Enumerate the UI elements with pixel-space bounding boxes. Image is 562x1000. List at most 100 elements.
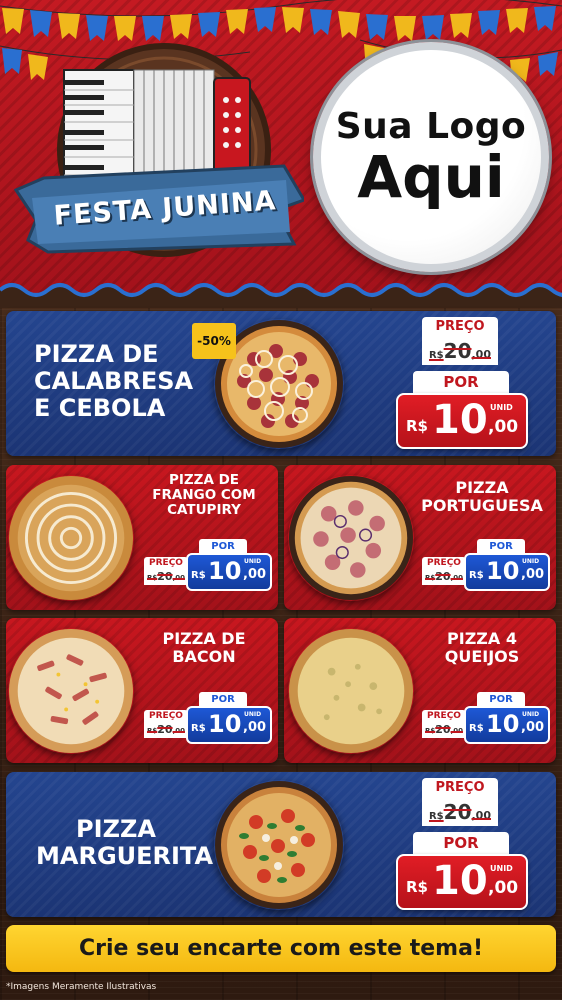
product-title: PIZZA PORTUGUESA — [414, 479, 550, 515]
por-label: POR — [199, 539, 247, 554]
product-title-line: E CEBOLA — [34, 393, 166, 422]
new-price-currency: R$ — [406, 417, 428, 435]
cta-banner[interactable]: Crie seu encarte com este tema! — [6, 925, 556, 972]
old-price-currency: R$ — [147, 574, 158, 582]
product-title: PIZZA DE CALABRESA E CEBOLA — [34, 341, 193, 422]
new-price-cents: ,00 — [488, 417, 519, 437]
new-price-currency: R$ — [469, 723, 484, 734]
product-title: PIZZA DE FRANGO COM CATUPIRY — [136, 472, 272, 518]
new-price-currency: R$ — [406, 878, 428, 896]
product-card-frango-catupiry[interactable]: PIZZA DE FRANGO COM CATUPIRY PREÇO R$20,… — [6, 465, 278, 610]
old-price-currency: R$ — [147, 727, 158, 735]
pizza-image — [215, 781, 343, 909]
old-price-cents: ,00 — [471, 348, 492, 361]
new-price-cents: ,00 — [243, 567, 267, 582]
old-price-value: 20 — [157, 723, 173, 736]
pizza-image — [288, 628, 414, 754]
old-price-cents: ,00 — [450, 727, 463, 735]
new-price-value: 10 — [208, 557, 242, 585]
product-title-line: PIZZA — [455, 478, 509, 497]
new-price: R$ 10 UNID ,00 — [396, 393, 528, 449]
product-card-calabresa[interactable]: PIZZA DE CALABRESA E CEBOLA -50% PREÇO R… — [6, 311, 556, 456]
festa-junina-emblem — [14, 43, 304, 257]
new-price-value: 10 — [432, 397, 488, 443]
old-price-cents: ,00 — [172, 574, 185, 582]
old-price-currency: R$ — [425, 574, 436, 582]
old-price: R$20,00 — [422, 337, 498, 365]
preco-label: PREÇO — [422, 778, 498, 798]
por-label: POR — [477, 692, 525, 707]
new-price-cents: ,00 — [521, 567, 545, 582]
new-price-currency: R$ — [191, 723, 206, 734]
logo-line-1: Sua Logo — [335, 106, 527, 148]
preco-label: PREÇO — [422, 557, 466, 570]
old-price: R$20,00 — [422, 798, 498, 826]
old-price-currency: R$ — [425, 727, 436, 735]
por-label: POR — [477, 539, 525, 554]
new-price-value: 10 — [208, 710, 242, 738]
product-title-line: PIZZA — [76, 815, 156, 843]
old-price: R$20,00 — [144, 723, 188, 738]
new-price-value: 10 — [486, 710, 520, 738]
old-price-value: 20 — [443, 800, 472, 824]
new-price-cents: ,00 — [488, 878, 519, 898]
product-title: PIZZA 4 QUEIJOS — [414, 630, 550, 666]
disclaimer-text: *Imagens Meramente Ilustrativas — [6, 982, 157, 992]
new-price-value: 10 — [486, 557, 520, 585]
product-title: PIZZA DE BACON — [136, 630, 272, 666]
old-price: R$20,00 — [144, 570, 188, 585]
product-card-4-queijos[interactable]: PIZZA 4 QUEIJOS PREÇO R$20,00 POR R$ 10 … — [284, 618, 556, 763]
pizza-image — [8, 628, 134, 754]
pizza-image — [8, 475, 134, 601]
old-price: R$20,00 — [422, 570, 466, 585]
product-title-line: PIZZA DE — [162, 629, 246, 648]
unit-label: UNID — [244, 558, 262, 565]
product-title-line: PIZZA DE — [34, 340, 159, 368]
product-card-portuguesa[interactable]: PIZZA PORTUGUESA PREÇO R$20,00 POR R$ 10… — [284, 465, 556, 610]
old-price-currency: R$ — [428, 350, 444, 361]
old-price-value: 20 — [435, 723, 451, 736]
logo-line-2: Aqui — [357, 143, 505, 212]
old-price-cents: ,00 — [172, 727, 185, 735]
por-label: POR — [199, 692, 247, 707]
product-title-line: PIZZA DE — [168, 472, 240, 488]
logo-placeholder: Sua Logo Aqui — [313, 42, 549, 272]
old-price-cents: ,00 — [450, 574, 463, 582]
new-price: R$ 10 UNID ,00 — [186, 706, 272, 744]
discount-badge: -50% — [192, 323, 236, 359]
old-price-value: 20 — [435, 570, 451, 583]
product-title-line: PORTUGUESA — [421, 495, 543, 515]
product-card-bacon[interactable]: PIZZA DE BACON PREÇO R$20,00 POR R$ 10 U… — [6, 618, 278, 763]
preco-label: PREÇO — [422, 710, 466, 723]
preco-label: PREÇO — [422, 317, 498, 337]
old-price: R$20,00 — [422, 723, 466, 738]
preco-label: PREÇO — [144, 557, 188, 570]
new-price: R$ 10 UNID ,00 — [396, 854, 528, 910]
new-price: R$ 10 UNID ,00 — [186, 553, 272, 591]
new-price-cents: ,00 — [521, 720, 545, 735]
unit-label: UNID — [490, 864, 513, 873]
product-title: PIZZA MARGUERITA — [36, 815, 214, 870]
old-price-cents: ,00 — [471, 809, 492, 822]
unit-label: UNID — [522, 711, 540, 718]
new-price-cents: ,00 — [243, 720, 267, 735]
header-banner: FESTA JUNINA Sua Logo Aqui — [0, 0, 562, 300]
pizza-image — [288, 475, 414, 601]
product-title-line: BACON — [172, 646, 236, 666]
new-price-currency: R$ — [469, 570, 484, 581]
new-price: R$ 10 UNID ,00 — [464, 553, 550, 591]
product-title-line: PIZZA 4 — [447, 629, 517, 648]
new-price-currency: R$ — [191, 570, 206, 581]
new-price-value: 10 — [432, 858, 488, 904]
unit-label: UNID — [244, 711, 262, 718]
product-title-line: CALABRESA — [34, 366, 194, 395]
por-label: POR — [413, 832, 509, 854]
new-price: R$ 10 UNID ,00 — [464, 706, 550, 744]
unit-label: UNID — [522, 558, 540, 565]
preco-label: PREÇO — [144, 710, 188, 723]
old-price-value: 20 — [157, 570, 173, 583]
old-price-currency: R$ — [428, 811, 444, 822]
product-title-line: MARGUERITA — [36, 841, 214, 870]
product-card-marguerita[interactable]: PIZZA MARGUERITA PREÇO R$20,00 POR R$ 10… — [6, 772, 556, 917]
old-price-value: 20 — [443, 339, 472, 363]
